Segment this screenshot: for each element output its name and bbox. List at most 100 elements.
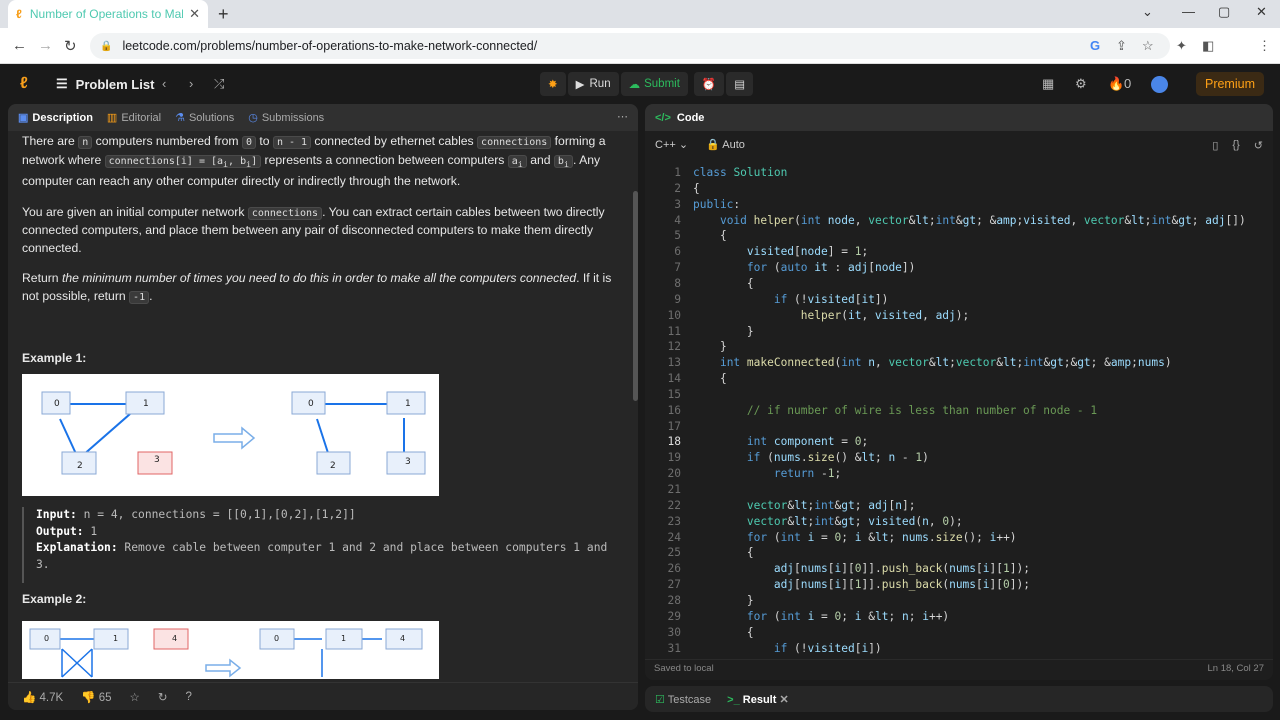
code-line: { <box>693 181 700 195</box>
address-bar-row: ← → ↻ 🔒 leetcode.com/problems/number-of-… <box>0 28 1280 83</box>
code-line: { <box>693 276 754 290</box>
share-icon[interactable]: ⇪ <box>1116 38 1127 54</box>
shuffle-icon[interactable]: ⤮ <box>214 76 224 92</box>
code-line: { <box>693 229 727 243</box>
leetcode-logo-icon[interactable]: ℓ <box>20 75 34 93</box>
code-title: Code <box>676 111 705 124</box>
prev-problem-icon[interactable]: ‹ <box>162 76 166 91</box>
layout-icon[interactable]: ▦ <box>1042 76 1054 92</box>
code-line: adj[nums[i][1]].push_back(nums[i][0]); <box>773 578 1030 592</box>
next-problem-icon[interactable]: › <box>189 76 193 91</box>
flask-icon: ⚗ <box>175 112 185 124</box>
bookmark-icon[interactable]: ▯ <box>1212 139 1218 152</box>
scrollbar-thumb[interactable] <box>633 191 638 401</box>
line-number: 31 <box>667 641 681 655</box>
run-button[interactable]: ▶ Run <box>567 72 619 96</box>
line-number: 26 <box>667 562 681 576</box>
line-number: 4 <box>674 213 681 227</box>
code-line: { <box>693 625 754 639</box>
new-tab-icon[interactable]: + <box>218 4 229 25</box>
example-1-block: Input: n = 4, connections = [[0,1],[0,2]… <box>22 507 612 583</box>
code-line: if (!visited[i]) <box>773 641 882 655</box>
desc-paragraph-3: Return the minimum number of times you n… <box>22 271 612 304</box>
menu-icon[interactable]: ⋮ <box>1258 38 1271 54</box>
ex1-after-node-1: 1 <box>405 399 411 409</box>
settings-gear-icon[interactable]: ⚙ <box>1075 76 1087 92</box>
favorite-star-icon[interactable]: ☆ <box>130 690 140 704</box>
code-line: } <box>693 324 754 338</box>
thumbs-down-icon: 👎 <box>81 691 96 704</box>
tab-submissions[interactable]: ◷ Submissions <box>248 111 324 124</box>
line-number: 3 <box>674 197 681 211</box>
sidepanel-icon[interactable]: ◧ <box>1202 38 1214 54</box>
close-window-icon[interactable]: ✕ <box>1256 4 1267 20</box>
forward-icon[interactable]: → <box>38 37 53 54</box>
auto-mode[interactable]: 🔒 Auto <box>706 138 745 151</box>
more-options-icon[interactable]: ⋯ <box>617 110 628 123</box>
user-avatar[interactable] <box>1151 76 1168 93</box>
console-tabs: ☑ Testcase >_ Result ✕ <box>645 686 1273 712</box>
premium-button[interactable]: Premium <box>1196 72 1264 96</box>
ex1-node-1: 1 <box>143 399 149 409</box>
google-icon[interactable]: G <box>1090 38 1100 53</box>
ex1-node-0: 0 <box>54 399 60 409</box>
line-number: 8 <box>674 276 681 290</box>
code-line: vector&lt;int&gt; visited(n, 0); <box>746 514 963 528</box>
editor-status-bar: Saved to local Ln 18, Col 27 <box>645 659 1273 680</box>
bookmark-star-icon[interactable]: ☆ <box>1142 38 1154 54</box>
description-icon: ▣ <box>18 112 29 124</box>
line-number: 13 <box>667 356 681 370</box>
back-icon[interactable]: ← <box>12 37 27 54</box>
description-footer: 👍 4.7K 👎 65 ☆ ↻ ? <box>8 682 638 710</box>
help-icon[interactable]: ? <box>185 691 191 703</box>
braces-icon[interactable]: {} <box>1232 139 1239 152</box>
submit-button[interactable]: ☁ Submit <box>620 72 688 96</box>
line-number: 1 <box>674 166 681 179</box>
desc-paragraph-2: You are given an initial computer networ… <box>22 204 605 255</box>
example-1-title: Example 1: <box>22 351 87 365</box>
problem-list-button[interactable]: ☰ Problem List <box>56 76 154 92</box>
code-line: return -1; <box>773 467 842 481</box>
ex1-node-3: 3 <box>154 455 160 465</box>
url-field[interactable]: 🔒 leetcode.com/problems/number-of-operat… <box>90 33 1170 59</box>
close-tab-icon[interactable]: ✕ <box>189 6 200 22</box>
result-tab[interactable]: >_ Result ✕ <box>727 693 789 706</box>
code-line: int component = 0; <box>746 435 869 449</box>
reset-icon[interactable]: ↺ <box>1254 139 1263 152</box>
line-number: 6 <box>674 245 681 259</box>
code-editor[interactable]: 1 class Solution 2 {3 public: 4 void helper(i… <box>645 166 1265 654</box>
code-line: public: <box>693 197 741 211</box>
cloud-upload-icon: ☁ <box>628 79 641 91</box>
share-link-icon[interactable]: ↻ <box>158 690 168 704</box>
dislike-button[interactable]: 👎 65 <box>81 690 111 704</box>
line-number: 27 <box>667 578 681 592</box>
testcase-tab[interactable]: ☑ Testcase <box>655 693 711 706</box>
timer-button[interactable]: ⏰ <box>693 72 725 96</box>
reload-icon[interactable]: ↻ <box>64 37 77 55</box>
editor-toolbar: C++ ⌄ 🔒 Auto <box>645 131 1273 157</box>
code-panel: </> Code C++ ⌄ 🔒 Auto ▯ {} ↺ 1 class Solu… <box>645 104 1273 680</box>
description-scrollbar[interactable] <box>633 131 638 671</box>
tab-search-icon[interactable]: ⌄ <box>1142 4 1153 20</box>
minimize-icon[interactable]: — <box>1182 4 1195 19</box>
line-number: 12 <box>667 340 681 354</box>
notes-button[interactable]: ▤ <box>726 72 754 96</box>
line-number: 16 <box>667 403 681 417</box>
close-result-icon[interactable]: ✕ <box>779 694 788 706</box>
browser-tab[interactable]: ℓ Number of Operations to Make Network C… <box>8 0 208 28</box>
line-number: 19 <box>667 451 681 465</box>
ex2-node-e: 1 <box>341 634 346 643</box>
tab-editorial[interactable]: ▥ Editorial <box>107 111 161 124</box>
code-line: } <box>693 340 727 354</box>
tab-solutions[interactable]: ⚗ Solutions <box>175 111 234 124</box>
language-select[interactable]: C++ ⌄ <box>655 138 688 151</box>
debug-button[interactable]: ✸ <box>540 72 566 96</box>
ex1-after-node-2: 2 <box>330 461 336 471</box>
tab-description[interactable]: ▣ Description <box>18 111 93 124</box>
code-line: if (!visited[it]) <box>773 292 889 306</box>
maximize-icon[interactable]: ▢ <box>1218 4 1230 20</box>
ex1-after-node-0: 0 <box>308 399 314 409</box>
extensions-icon[interactable]: ✦ <box>1176 38 1187 54</box>
like-button[interactable]: 👍 4.7K <box>22 690 63 704</box>
fire-icon[interactable]: 🔥 <box>1108 76 1124 92</box>
